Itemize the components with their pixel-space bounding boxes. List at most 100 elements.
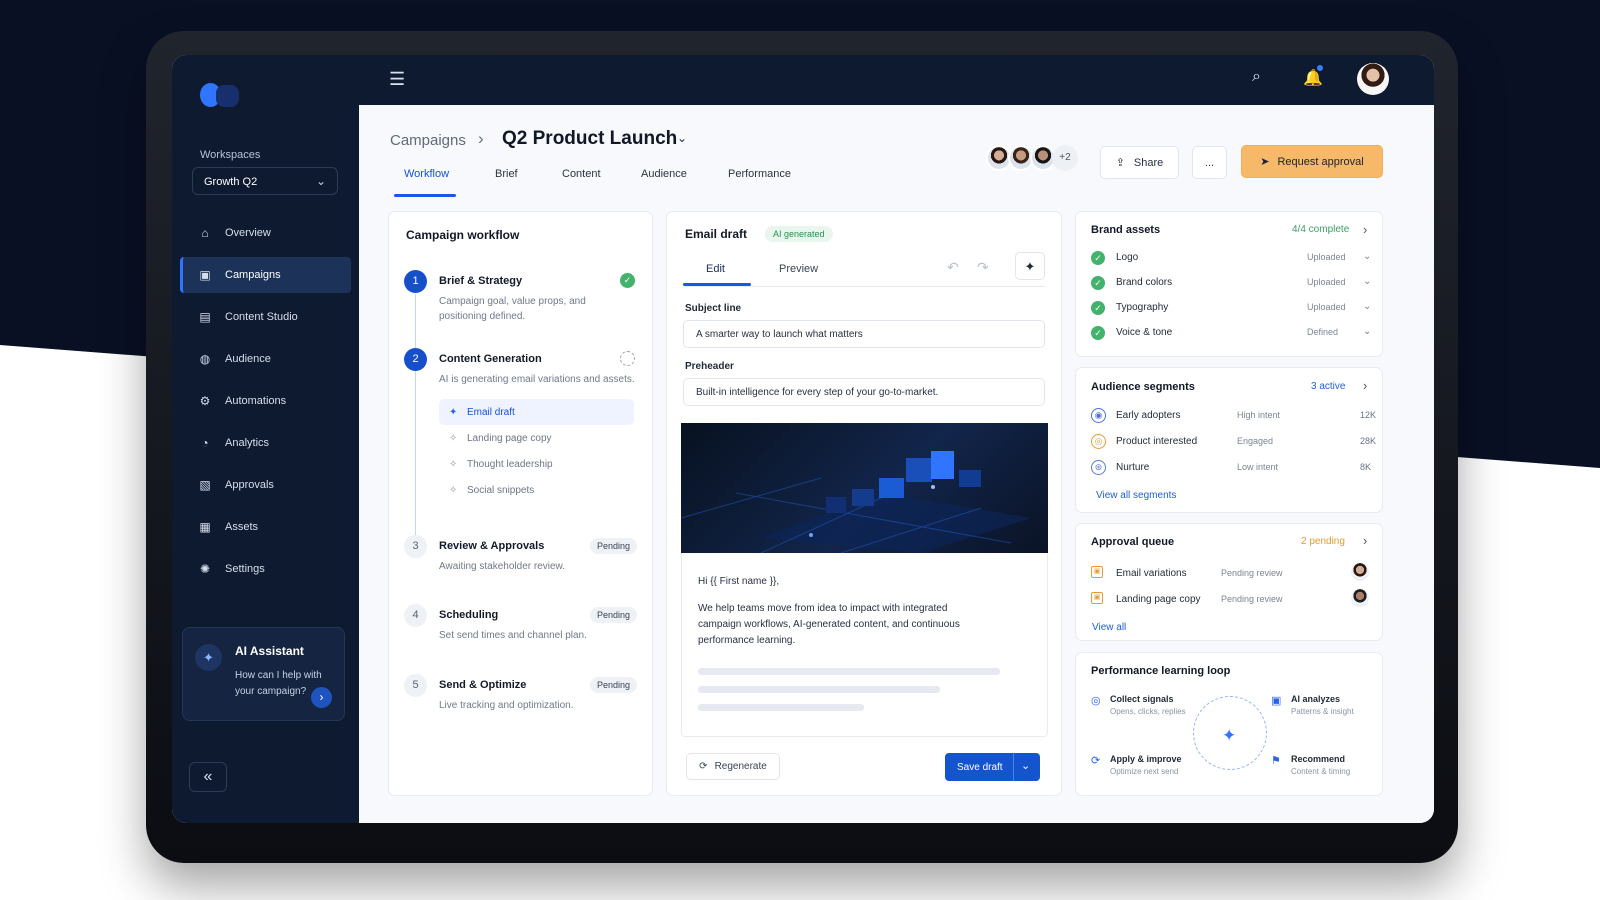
- approval-queue-card: Approval queue 2 pending › ▣ Email variat…: [1075, 523, 1383, 641]
- tab-workflow[interactable]: Workflow: [404, 168, 449, 180]
- check-icon: ✓: [1091, 251, 1105, 265]
- collaborator-avatars[interactable]: +2: [986, 145, 1082, 171]
- chevron-right-icon[interactable]: ›: [1363, 222, 1367, 237]
- loop-label: AI analyzes: [1291, 694, 1341, 704]
- search-icon[interactable]: ⌕: [1252, 68, 1261, 86]
- button-divider: [1013, 753, 1014, 781]
- save-draft-button[interactable]: Save draft ⌄: [945, 753, 1040, 781]
- breadcrumb[interactable]: Campaigns: [390, 132, 466, 149]
- data-cube-graphic: [681, 451, 1031, 553]
- tab-audience[interactable]: Audience: [641, 168, 687, 180]
- sidebar-nav: ⌂ Overview ▣ Campaigns ▤ Content Studio ◍ Au…: [180, 215, 351, 593]
- undo-icon[interactable]: ↶: [947, 259, 959, 276]
- subject-label: Subject line: [685, 303, 742, 314]
- check-icon: ✓: [1091, 326, 1105, 340]
- sidebar-item-approvals[interactable]: ▧ Approvals: [180, 467, 351, 503]
- chevron-down-icon[interactable]: ⌄: [1021, 759, 1030, 772]
- tab-brief[interactable]: Brief: [495, 168, 518, 180]
- notification-dot: [1317, 65, 1323, 71]
- step-description: Awaiting stakeholder review.: [439, 561, 565, 572]
- preheader-label: Preheader: [685, 361, 734, 372]
- audience-status: 3 active: [1311, 381, 1346, 392]
- chevron-right-icon[interactable]: ›: [311, 687, 332, 708]
- workspace-label: Workspaces: [200, 149, 261, 161]
- workspace-select[interactable]: Growth Q2 ⌄: [192, 167, 338, 195]
- regenerate-button[interactable]: ⟳ Regenerate: [686, 753, 780, 780]
- substep-thought-leadership[interactable]: ✧ Thought leadership: [439, 451, 634, 477]
- chevron-down-icon[interactable]: ⌄: [1363, 326, 1371, 337]
- substep-email-draft[interactable]: ✦ Email draft: [439, 399, 634, 425]
- sparkle-icon: ✦: [1222, 726, 1237, 745]
- chevron-down-icon[interactable]: ⌄: [1363, 301, 1371, 312]
- loop-subtext: Opens, clicks, replies: [1110, 707, 1186, 716]
- sidebar-item-overview[interactable]: ⌂ Overview: [180, 215, 351, 251]
- loop-label: Collect signals: [1110, 694, 1174, 704]
- sidebar-item-automations[interactable]: ⚙ Automations: [180, 383, 351, 419]
- list-item[interactable]: ⊛ Nurture Low intent 8K: [1091, 460, 1371, 480]
- sidebar: Workspaces Growth Q2 ⌄ ⌂ Overview ▣ Campai…: [172, 55, 359, 823]
- ai-assistant-card[interactable]: ✦ AI Assistant How can I help with your …: [182, 627, 345, 721]
- page-title: Q2 Product Launch: [502, 128, 678, 149]
- chevron-right-icon[interactable]: ›: [1363, 378, 1367, 393]
- automations-icon: ⚙: [199, 394, 211, 408]
- chevron-down-icon[interactable]: ⌄: [677, 131, 687, 145]
- sidebar-item-label: Approvals: [225, 479, 274, 491]
- reviewer-avatar[interactable]: [1351, 589, 1369, 607]
- share-button[interactable]: ⇪ Share: [1100, 146, 1179, 179]
- reviewer-avatar[interactable]: [1351, 563, 1369, 581]
- email-greeting: Hi {{ First name }},: [698, 576, 780, 587]
- sidebar-item-label: Audience: [225, 353, 271, 365]
- bell-icon[interactable]: 🔔: [1303, 68, 1323, 88]
- segment-icon: ◎: [1091, 434, 1106, 449]
- list-item[interactable]: ✓ Logo Uploaded ⌄: [1091, 250, 1371, 270]
- sparkle-icon[interactable]: ✦: [1015, 252, 1045, 280]
- status-badge: Pending: [590, 677, 638, 693]
- topbar: ☰ ⌕ 🔔: [359, 55, 1434, 105]
- list-item[interactable]: ◎ Product interested Engaged 28K: [1091, 434, 1376, 454]
- campaigns-icon: ▣: [199, 268, 211, 282]
- sidebar-item-settings[interactable]: ✺ Settings: [180, 551, 351, 587]
- list-item[interactable]: ✓ Voice & tone Defined ⌄: [1091, 325, 1371, 345]
- list-item[interactable]: ✓ Brand colors Uploaded ⌄: [1091, 275, 1371, 295]
- send-icon: ➤: [1260, 156, 1270, 168]
- sidebar-item-content-studio[interactable]: ▤ Content Studio: [180, 299, 351, 335]
- view-all-segments-link[interactable]: View all segments: [1096, 490, 1176, 501]
- tab-edit[interactable]: Edit: [706, 263, 725, 275]
- redo-icon[interactable]: ↷: [977, 259, 989, 276]
- view-all-approvals-link[interactable]: View all: [1092, 622, 1126, 633]
- list-item[interactable]: ◉ Early adopters High intent 12K: [1091, 408, 1376, 428]
- extra-collaborators[interactable]: +2: [1052, 145, 1078, 171]
- list-item[interactable]: ✓ Typography Uploaded ⌄: [1091, 300, 1371, 320]
- placeholder-line: [698, 704, 864, 711]
- chevron-down-icon[interactable]: ⌄: [1363, 276, 1371, 287]
- step-title: Brief & Strategy: [439, 275, 523, 287]
- chevron-right-icon[interactable]: ›: [1363, 533, 1367, 548]
- substep-landing-page-copy[interactable]: ✧ Landing page copy: [439, 425, 634, 451]
- workflow-timeline: [415, 294, 416, 536]
- chevron-down-icon[interactable]: ⌄: [1363, 251, 1371, 262]
- tab-performance[interactable]: Performance: [728, 168, 791, 180]
- sidebar-item-label: Automations: [225, 395, 287, 407]
- approval-title: Approval queue: [1091, 536, 1175, 548]
- user-avatar[interactable]: [1357, 63, 1389, 95]
- refresh-icon: ⟳: [699, 761, 708, 772]
- request-approval-button[interactable]: ➤ Request approval: [1241, 145, 1383, 178]
- preheader-input[interactable]: Built-in intelligence for every step of …: [683, 378, 1045, 406]
- sidebar-item-analytics[interactable]: ◔ Analytics: [180, 425, 351, 461]
- loop-subtext: Patterns & insight: [1291, 707, 1354, 716]
- workflow-title: Campaign workflow: [406, 228, 520, 242]
- more-options-button[interactable]: ...: [1192, 146, 1227, 179]
- tab-content[interactable]: Content: [562, 168, 601, 180]
- tab-preview[interactable]: Preview: [779, 263, 818, 275]
- editor-divider: [683, 286, 1045, 287]
- sidebar-item-audience[interactable]: ◍ Audience: [180, 341, 351, 377]
- list-item[interactable]: ▣ Landing page copy Pending review: [1091, 589, 1371, 612]
- substep-social-snippets[interactable]: ✧ Social snippets: [439, 477, 634, 503]
- list-item[interactable]: ▣ Email variations Pending review: [1091, 563, 1371, 586]
- collapse-sidebar-button[interactable]: «: [189, 762, 227, 792]
- sidebar-item-campaigns[interactable]: ▣ Campaigns: [180, 257, 351, 293]
- sidebar-item-assets[interactable]: ▦ Assets: [180, 509, 351, 545]
- campaign-workflow-card: Campaign workflow 1 Brief & Strategy Cam…: [388, 211, 653, 796]
- menu-icon[interactable]: ☰: [389, 69, 405, 90]
- subject-line-input[interactable]: A smarter way to launch what matters: [683, 320, 1045, 348]
